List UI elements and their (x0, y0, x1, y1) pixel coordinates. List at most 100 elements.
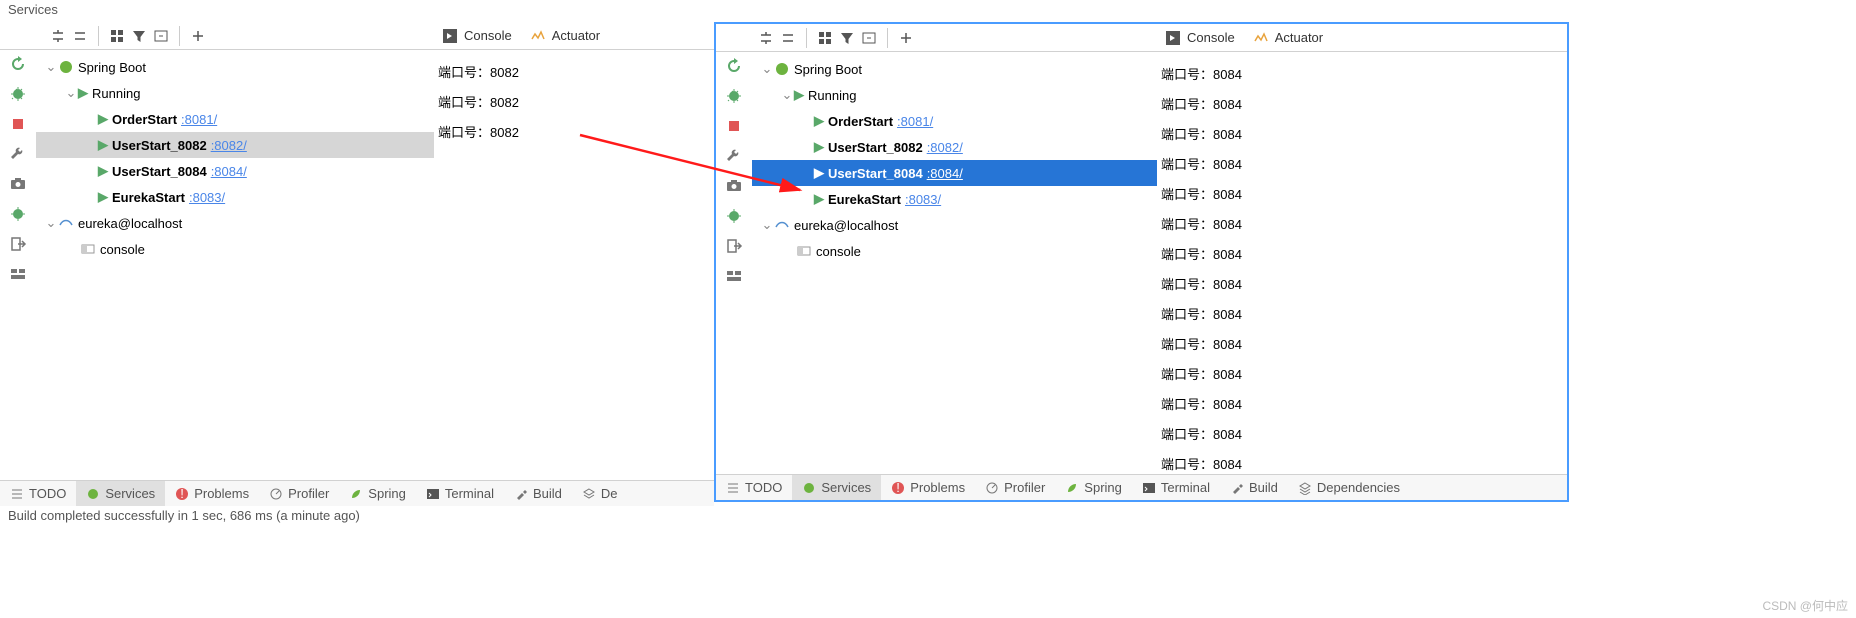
tree-item-eurekastart[interactable]: ▶ EurekaStart :8083/ (36, 184, 434, 210)
tree-item-userstart8084[interactable]: ▶ UserStart_8084 :8084/ (752, 160, 1157, 186)
tab-dependencies[interactable]: Dependencies (1288, 475, 1410, 500)
tab-actuator[interactable]: Actuator (1253, 30, 1323, 46)
tab-profiler[interactable]: Profiler (975, 475, 1055, 500)
tab-label: Spring (1084, 480, 1122, 495)
play-icon: ▶ (814, 113, 824, 129)
tree-running[interactable]: ⌄ ▶ Running (36, 80, 434, 106)
tab-console[interactable]: Console (442, 28, 512, 44)
add-icon[interactable] (898, 30, 914, 46)
terminal-icon (1142, 481, 1156, 495)
bug-settings-icon[interactable] (8, 204, 28, 224)
tab-terminal[interactable]: Terminal (416, 481, 504, 506)
run-port[interactable]: :8081/ (897, 114, 933, 129)
tab-services[interactable]: Services (76, 481, 165, 506)
console-line: 端口号：8084 (1161, 300, 1563, 330)
tab-terminal[interactable]: Terminal (1132, 475, 1220, 500)
run-debug-icon[interactable] (8, 84, 28, 104)
tab-dependencies-short[interactable]: De (572, 481, 628, 506)
tree-console[interactable]: console (36, 236, 434, 262)
run-name: UserStart_8082 (828, 140, 923, 155)
run-port[interactable]: :8084/ (927, 166, 963, 181)
exit-icon[interactable] (8, 234, 28, 254)
run-port[interactable]: :8082/ (927, 140, 963, 155)
console-run-icon (1165, 30, 1181, 46)
run-port[interactable]: :8083/ (189, 190, 225, 205)
rerun-icon[interactable] (724, 56, 744, 76)
run-port[interactable]: :8083/ (905, 192, 941, 207)
tree-label: Spring Boot (794, 62, 862, 77)
collapse-all-icon[interactable] (780, 30, 796, 46)
console-line: 端口号：8084 (1161, 270, 1563, 300)
filter-icon[interactable] (839, 30, 855, 46)
tree-item-userstart8084[interactable]: ▶ UserStart_8084 :8084/ (36, 158, 434, 184)
tab-actuator[interactable]: Actuator (530, 28, 600, 44)
expand-all-icon[interactable] (758, 30, 774, 46)
tab-label: Actuator (1275, 30, 1323, 45)
tab-problems[interactable]: !Problems (165, 481, 259, 506)
tree-eureka[interactable]: ⌄ eureka@localhost (36, 210, 434, 236)
chevron-down-icon: ⌄ (760, 61, 774, 77)
camera-icon[interactable] (8, 174, 28, 194)
leaf-icon (1065, 481, 1079, 495)
hide-icon[interactable] (861, 30, 877, 46)
layout-icon[interactable] (8, 264, 28, 284)
tab-label: Console (1187, 30, 1235, 45)
tree-item-eurekastart[interactable]: ▶ EurekaStart :8083/ (752, 186, 1157, 212)
expand-all-icon[interactable] (50, 28, 66, 44)
tab-spring[interactable]: Spring (339, 481, 416, 506)
wrench-icon[interactable] (8, 144, 28, 164)
tree-label: Running (808, 88, 856, 103)
tree-item-userstart8082[interactable]: ▶ UserStart_8082 :8082/ (752, 134, 1157, 160)
console-line: 端口号：8084 (1161, 390, 1563, 420)
tab-console[interactable]: Console (1165, 30, 1235, 46)
stop-icon[interactable] (724, 116, 744, 136)
bug-settings-icon[interactable] (724, 206, 744, 226)
run-port[interactable]: :8082/ (211, 138, 247, 153)
tab-label: Dependencies (1317, 480, 1400, 495)
tab-problems[interactable]: !Problems (881, 475, 975, 500)
tab-spring[interactable]: Spring (1055, 475, 1132, 500)
grid-icon[interactable] (817, 30, 833, 46)
layout-icon[interactable] (724, 266, 744, 286)
exit-icon[interactable] (724, 236, 744, 256)
collapse-all-icon[interactable] (72, 28, 88, 44)
tree-item-userstart8082[interactable]: ▶ UserStart_8082 :8082/ (36, 132, 434, 158)
grid-icon[interactable] (109, 28, 125, 44)
tree-springboot[interactable]: ⌄ Spring Boot (752, 56, 1157, 82)
tree-item-orderstart[interactable]: ▶ OrderStart :8081/ (36, 106, 434, 132)
tree-running[interactable]: ⌄ ▶ Running (752, 82, 1157, 108)
tab-build[interactable]: Build (504, 481, 572, 506)
play-icon: ▶ (794, 87, 804, 103)
filter-icon[interactable] (131, 28, 147, 44)
add-icon[interactable] (190, 28, 206, 44)
tab-todo[interactable]: TODO (716, 475, 792, 500)
run-name: OrderStart (112, 112, 177, 127)
tree-eureka[interactable]: ⌄ eureka@localhost (752, 212, 1157, 238)
tab-build[interactable]: Build (1220, 475, 1288, 500)
tab-profiler[interactable]: Profiler (259, 481, 339, 506)
hide-icon[interactable] (153, 28, 169, 44)
tab-services[interactable]: Services (792, 475, 881, 500)
tab-label: Build (1249, 480, 1278, 495)
tree-springboot[interactable]: ⌄ Spring Boot (36, 54, 434, 80)
wrench-icon[interactable] (724, 146, 744, 166)
console-output-left[interactable]: 端口号：8082 端口号：8082 端口号：8082 (434, 50, 714, 480)
chevron-down-icon: ⌄ (44, 215, 58, 231)
console-icon (796, 243, 812, 259)
services-tree-left[interactable]: ⌄ Spring Boot ⌄ ▶ Running ▶ OrderStart :… (36, 50, 434, 480)
tree-label: eureka@localhost (78, 216, 182, 231)
run-port[interactable]: :8084/ (211, 164, 247, 179)
console-output-right[interactable]: 端口号：8084 端口号：8084 端口号：8084 端口号：8084 端口号：… (1157, 52, 1567, 478)
stop-icon[interactable] (8, 114, 28, 134)
tree-item-orderstart[interactable]: ▶ OrderStart :8081/ (752, 108, 1157, 134)
tab-label: Problems (910, 480, 965, 495)
tree-console[interactable]: console (752, 238, 1157, 264)
run-debug-icon[interactable] (724, 86, 744, 106)
tab-todo[interactable]: TODO (0, 481, 76, 506)
camera-icon[interactable] (724, 176, 744, 196)
services-tree-right[interactable]: ⌄ Spring Boot ⌄ ▶ Running ▶ OrderStart :… (752, 52, 1157, 478)
profiler-icon (269, 487, 283, 501)
run-name: UserStart_8084 (112, 164, 207, 179)
run-port[interactable]: :8081/ (181, 112, 217, 127)
rerun-icon[interactable] (8, 54, 28, 74)
